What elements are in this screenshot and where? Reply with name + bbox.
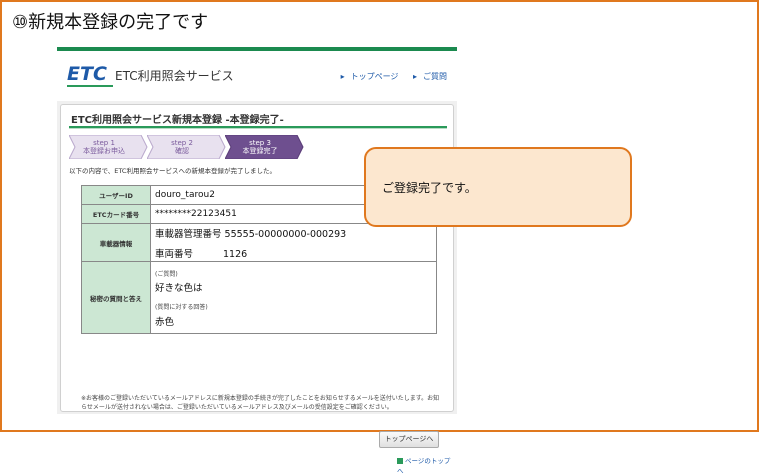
page-top-label: ページのトップへ: [397, 457, 451, 475]
step-3-active: step 3 本登録完了: [225, 135, 305, 159]
step-3-text: step 3 本登録完了: [225, 139, 295, 155]
logo-underline: [67, 85, 113, 87]
screenshot: ETC ETC利用照会サービス ▸ トップページ ▸ ご質問 ETC利用照会サービス…: [57, 47, 457, 475]
intro-text: 以下の内容で、ETC利用照会サービスへの新規本登録が完了しました。: [69, 167, 276, 175]
header-links: ▸ トップページ ▸ ご質問: [329, 71, 447, 82]
callout-box: ご登録完了です。: [364, 147, 632, 227]
table-row: 車載器情報 車載器管理番号 55555-00000000-000293 車両番号…: [81, 223, 437, 262]
header-link-faq-label: ご質問: [423, 72, 447, 81]
step-1-number: step 1: [93, 139, 115, 147]
panel-title: ETC利用照会サービス新規本登録 -本登録完了-: [71, 115, 284, 126]
answer-caption: (質問に対する回答): [155, 304, 208, 311]
top-page-button[interactable]: トップページへ: [379, 431, 439, 448]
arrow-up-icon: [397, 458, 403, 464]
step-2: step 2 確認: [147, 135, 227, 159]
device-info-label: 車載器情報: [81, 223, 151, 262]
site-header: ETC ETC利用照会サービス ▸ トップページ ▸ ご質問: [57, 51, 457, 101]
vehicle-number-row: 車両番号 1126: [155, 246, 435, 260]
arrow-icon: ▸: [340, 72, 345, 81]
device-info-value: 車載器管理番号 55555-00000000-000293 車両番号 1126: [150, 223, 437, 262]
step-1-text: step 1 本登録お申込: [69, 139, 139, 155]
question-caption: (ご質問): [155, 271, 178, 278]
page-top-link[interactable]: ページのトップへ: [397, 455, 453, 475]
header-link-faq[interactable]: ▸ ご質問: [407, 72, 447, 81]
step-1: step 1 本登録お申込: [69, 135, 149, 159]
secret-qa-label: 秘密の質問と答え: [81, 261, 151, 334]
step-1-label: 本登録お申込: [83, 147, 125, 155]
question-value: 好きな色は: [155, 283, 203, 294]
mail-notice: ※お客様のご登録いただいているメールアドレスに新規本登録の手続きが完了したことを…: [81, 395, 440, 411]
vehicle-number-label: 車両番号: [155, 248, 194, 260]
answer-value: 赤色: [155, 317, 175, 328]
site-name: ETC利用照会サービス: [115, 69, 234, 83]
table-row: 秘密の質問と答え (ご質問) 好きな色は (質問に対する回答) 赤色: [81, 261, 437, 334]
callout-text: ご登録完了です。: [382, 181, 477, 195]
device-management-number: 車載器管理番号 55555-00000000-000293: [155, 228, 347, 240]
card-number-label: ETCカード番号: [81, 204, 151, 224]
step-3-number: step 3: [249, 139, 271, 147]
arrow-icon: ▸: [412, 72, 417, 81]
logo-text: ETC: [67, 63, 107, 85]
step-3-label: 本登録完了: [242, 147, 278, 155]
step-heading: ⑩新規本登録の完了です: [12, 12, 209, 33]
step-2-number: step 2: [171, 139, 193, 147]
header-link-top[interactable]: ▸ トップページ: [335, 72, 399, 81]
secret-qa-value: (ご質問) 好きな色は (質問に対する回答) 赤色: [150, 261, 437, 334]
step-2-label: 確認: [175, 147, 189, 155]
header-link-top-label: トップページ: [350, 72, 399, 81]
panel-rule-light: [69, 128, 447, 129]
user-id-label: ユーザーID: [81, 185, 151, 205]
vehicle-number-value: 1126: [223, 248, 248, 260]
step-2-text: step 2 確認: [147, 139, 217, 155]
etc-logo: ETC: [67, 63, 113, 87]
